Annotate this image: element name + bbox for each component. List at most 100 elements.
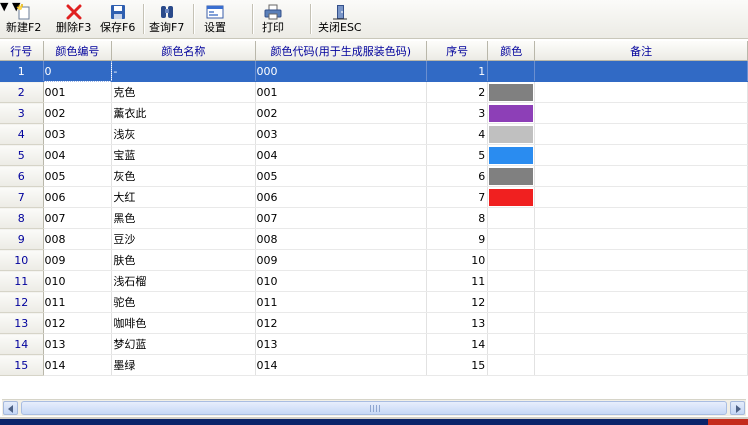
scroll-right-arrow-icon[interactable]: [730, 401, 745, 415]
note-cell[interactable]: [534, 228, 748, 250]
row-number-cell[interactable]: 13: [0, 312, 44, 334]
color-code-cell[interactable]: 002: [255, 102, 428, 124]
color-name-cell[interactable]: 肤色: [111, 249, 256, 271]
horizontal-scrollbar[interactable]: [2, 399, 746, 416]
note-cell[interactable]: [534, 312, 748, 334]
row-number-cell[interactable]: 9: [0, 228, 44, 250]
note-cell[interactable]: [534, 123, 748, 145]
print-button[interactable]: 打印: [262, 2, 284, 36]
color-number-cell[interactable]: 004: [43, 144, 113, 166]
color-number-cell[interactable]: 012: [43, 312, 113, 334]
color-name-cell[interactable]: 豆沙: [111, 228, 256, 250]
color-code-cell[interactable]: 009: [255, 249, 428, 271]
color-code-cell[interactable]: 007: [255, 207, 428, 229]
row-number-cell[interactable]: 12: [0, 291, 44, 313]
color-name-cell[interactable]: 墨绿: [111, 354, 256, 376]
color-swatch-cell[interactable]: [487, 249, 536, 271]
sequence-cell[interactable]: 1: [426, 60, 489, 82]
table-row[interactable]: 8 007 黑色 007 8: [0, 207, 748, 229]
scrollbar-thumb[interactable]: [21, 401, 727, 415]
color-name-cell[interactable]: 黑色: [111, 207, 256, 229]
table-row[interactable]: 14 013 梦幻蓝 013 14: [0, 333, 748, 355]
color-number-cell[interactable]: 011: [43, 291, 113, 313]
header-color-code[interactable]: 颜色代码(用于生成服装色码): [255, 41, 428, 61]
color-code-cell[interactable]: 010: [255, 270, 428, 292]
color-code-cell[interactable]: 012: [255, 312, 428, 334]
sequence-cell[interactable]: 5: [426, 144, 489, 166]
table-row[interactable]: 6 005 灰色 005 6: [0, 165, 748, 187]
sequence-cell[interactable]: 9: [426, 228, 489, 250]
color-swatch-cell[interactable]: [487, 81, 536, 103]
sequence-cell[interactable]: 6: [426, 165, 489, 187]
color-swatch-cell[interactable]: [487, 270, 536, 292]
query-button[interactable]: 查询F7: [149, 2, 184, 36]
table-row[interactable]: 1 0-000 1: [0, 60, 748, 82]
color-code-cell[interactable]: 004: [255, 144, 428, 166]
color-code-cell[interactable]: 005: [255, 165, 428, 187]
color-swatch-cell[interactable]: [487, 354, 536, 376]
row-number-cell[interactable]: 6: [0, 165, 44, 187]
color-code-cell[interactable]: 008: [255, 228, 428, 250]
row-number-cell[interactable]: 4: [0, 123, 44, 145]
header-color[interactable]: 颜色: [487, 41, 536, 61]
row-number-cell[interactable]: 8: [0, 207, 44, 229]
table-row[interactable]: 15 014 墨绿 014 15: [0, 354, 748, 376]
row-number-cell[interactable]: 15: [0, 354, 44, 376]
new-button[interactable]: 新建F2: [6, 2, 41, 36]
color-data-grid[interactable]: 行号 颜色编号 颜色名称 颜色代码(用于生成服装色码) 序号 颜色 备注 10-…: [0, 41, 748, 399]
color-number-cell[interactable]: 0: [42, 60, 113, 82]
sequence-cell[interactable]: 2: [426, 81, 489, 103]
settings-button[interactable]: 设置: [204, 2, 226, 36]
color-name-cell[interactable]: 咖啡色: [111, 312, 256, 334]
sequence-cell[interactable]: 15: [426, 354, 489, 376]
sequence-cell[interactable]: 8: [426, 207, 489, 229]
table-row[interactable]: 7 006 大红 006 7: [0, 186, 748, 208]
row-number-cell[interactable]: 3: [0, 102, 44, 124]
row-number-cell[interactable]: 14: [0, 333, 44, 355]
sequence-cell[interactable]: 12: [426, 291, 489, 313]
color-code-cell[interactable]: 001: [255, 81, 428, 103]
color-name-cell[interactable]: 克色: [111, 81, 256, 103]
color-number-cell[interactable]: 013: [43, 333, 113, 355]
color-number-cell[interactable]: 010: [43, 270, 113, 292]
color-swatch-cell[interactable]: [487, 144, 536, 166]
color-number-cell[interactable]: 008: [43, 228, 113, 250]
color-code-cell[interactable]: 011: [255, 291, 428, 313]
color-swatch-cell[interactable]: [487, 165, 536, 187]
color-number-cell[interactable]: 001: [43, 81, 113, 103]
color-number-cell[interactable]: 002: [43, 102, 113, 124]
color-name-cell[interactable]: 驼色: [111, 291, 256, 313]
delete-button[interactable]: 删除F3: [56, 2, 91, 36]
color-number-cell[interactable]: 006: [43, 186, 113, 208]
sequence-cell[interactable]: 14: [426, 333, 489, 355]
color-name-cell[interactable]: 灰色: [111, 165, 256, 187]
table-row[interactable]: 9 008 豆沙 008 9: [0, 228, 748, 250]
color-name-cell[interactable]: 浅石榴: [111, 270, 256, 292]
note-cell[interactable]: [534, 60, 748, 82]
row-number-cell[interactable]: 11: [0, 270, 44, 292]
note-cell[interactable]: [534, 291, 748, 313]
color-name-cell[interactable]: 薰衣此: [111, 102, 256, 124]
color-number-cell[interactable]: 007: [43, 207, 113, 229]
note-cell[interactable]: [534, 354, 748, 376]
color-swatch-cell[interactable]: [487, 123, 536, 145]
color-code-cell[interactable]: 013: [255, 333, 428, 355]
row-number-cell[interactable]: 5: [0, 144, 44, 166]
color-code-cell[interactable]: 003: [255, 123, 428, 145]
table-row[interactable]: 4 003 浅灰 003 4: [0, 123, 748, 145]
sequence-cell[interactable]: 10: [426, 249, 489, 271]
color-name-cell[interactable]: 梦幻蓝: [111, 333, 256, 355]
color-number-cell[interactable]: 009: [43, 249, 113, 271]
note-cell[interactable]: [534, 249, 748, 271]
table-row[interactable]: 10 009 肤色 009 10: [0, 249, 748, 271]
table-row[interactable]: 3 002 薰衣此 002 3: [0, 102, 748, 124]
note-cell[interactable]: [534, 186, 748, 208]
note-cell[interactable]: [534, 102, 748, 124]
header-note[interactable]: 备注: [534, 41, 748, 61]
note-cell[interactable]: [534, 333, 748, 355]
header-color-name[interactable]: 颜色名称: [111, 41, 256, 61]
table-row[interactable]: 2 001 克色 001 2: [0, 81, 748, 103]
color-code-cell[interactable]: 014: [255, 354, 428, 376]
color-name-cell[interactable]: -: [111, 60, 256, 82]
color-swatch-cell[interactable]: [487, 312, 536, 334]
